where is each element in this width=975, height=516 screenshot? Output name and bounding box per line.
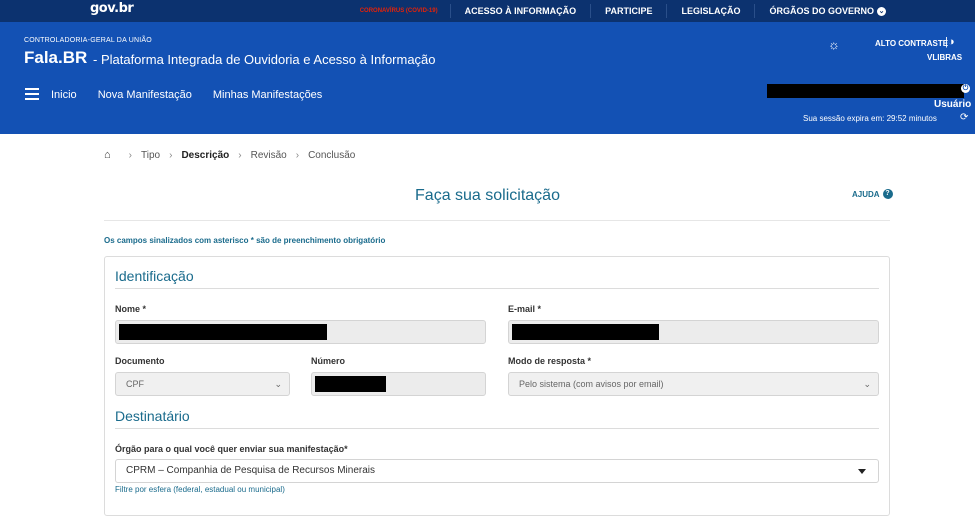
section-rule [115,428,879,429]
help-link[interactable]: AJUDA? [852,189,893,199]
topnav-acesso-link[interactable]: ACESSO À INFORMAÇÃO [449,4,591,18]
contrast-icon[interactable]: |◑ [945,36,955,48]
topnav-participe-link[interactable]: PARTICIPE [590,4,666,18]
breadcrumb-conclusao: Conclusão [308,149,356,161]
orgao-label: Órgão para o qual você quer enviar sua m… [115,444,348,454]
documento-value: CPF [126,379,144,389]
chevron-down-icon: ⌄ [274,379,282,389]
documento-label: Documento [115,356,165,366]
main-nav: Inicio Nova Manifestação Minhas Manifest… [51,89,343,101]
topnav-orgaos-link[interactable]: ÓRGÃOS DO GOVERNO ⌄ [754,4,900,18]
numero-label: Número [311,356,346,366]
site-header: CONTROLADORIA-GERAL DA UNIÃO Fala.BR - P… [0,22,975,134]
govbr-logo[interactable]: gov.br [90,1,134,16]
numero-value-redacted [315,376,386,392]
chevron-down-icon: ⌄ [863,379,871,389]
topnav-covid-link[interactable]: CORONAVÍRUS (COVID-19) [346,4,450,18]
nav-nova-manifestacao[interactable]: Nova Manifestação [98,89,192,101]
required-fields-note: Os campos sinalizados com asterisco * sã… [104,236,386,245]
section-title-identificacao: Identificação [115,268,194,284]
breadcrumb-revisao: Revisão [250,149,287,161]
breadcrumb-separator-icon: › [238,149,242,161]
brand-subtitle: - Plataforma Integrada de Ouvidoria e Ac… [93,52,436,67]
nome-label: Nome * [115,304,147,314]
orgao-select[interactable]: CPRM – Companhia de Pesquisa de Recursos… [115,459,879,483]
org-name: CONTROLADORIA-GERAL DA UNIÃO [24,37,152,44]
breadcrumb-separator-icon: › [169,149,173,161]
page-title: Faça sua solicitação [415,187,560,204]
breadcrumb-tipo[interactable]: Tipo [141,150,160,161]
chevron-down-icon: ⌄ [877,7,886,16]
question-circle-icon: ? [882,189,893,199]
caret-down-icon [858,469,866,474]
title-divider [104,220,890,221]
help-label: AJUDA [852,189,880,199]
refresh-icon[interactable]: ⟳ [960,112,968,123]
vlibras-button[interactable]: VLIBRAS [927,53,962,62]
breadcrumb-separator-icon: › [295,149,300,161]
topnav-orgaos-label: ÓRGÃOS DO GOVERNO [769,6,874,16]
home-icon[interactable]: ⌂ [104,149,111,161]
topnav-legislacao-link[interactable]: LEGISLAÇÃO [666,4,754,18]
user-name-redacted [767,84,964,98]
breadcrumb-separator-icon: › [128,149,132,161]
nav-minhas-manifestacoes[interactable]: Minhas Manifestações [213,89,322,101]
govbr-topbar: gov.br CORONAVÍRUS (COVID-19) ACESSO À I… [0,0,975,22]
section-title-destinatario: Destinatário [115,408,190,424]
high-contrast-toggle[interactable]: ALTO CONTRASTE [875,39,948,48]
section-rule [115,288,879,289]
nome-value-redacted [119,324,327,340]
nav-inicio[interactable]: Inicio [51,89,77,101]
logout-icon[interactable]: ⏻ [961,84,970,93]
modo-resposta-select[interactable]: Pelo sistema (com avisos por email) ⌄ [508,372,879,396]
hamburger-menu-icon[interactable] [25,88,39,100]
session-timer: Sua sessão expira em: 29:52 minutos [803,114,937,123]
email-value-redacted [512,324,659,340]
orgao-value: CPRM – Companhia de Pesquisa de Recursos… [126,465,376,476]
modo-resposta-value: Pelo sistema (com avisos por email) [519,379,664,389]
breadcrumb: ⌂ › Tipo › Descrição › Revisão › Conclus… [104,149,355,161]
govbr-topnav: CORONAVÍRUS (COVID-19) ACESSO À INFORMAÇ… [346,0,900,22]
email-label: E-mail * [508,304,542,314]
breadcrumb-descricao: Descrição [181,149,230,161]
sun-icon[interactable]: ☼ [828,37,840,52]
brand-logo[interactable]: Fala.BR [24,48,87,68]
user-label[interactable]: Usuário [934,99,971,110]
documento-select[interactable]: CPF ⌄ [115,372,290,396]
filter-esfera-link[interactable]: Filtre por esfera (federal, estadual ou … [115,485,285,494]
modo-resposta-label: Modo de resposta * [508,356,592,366]
